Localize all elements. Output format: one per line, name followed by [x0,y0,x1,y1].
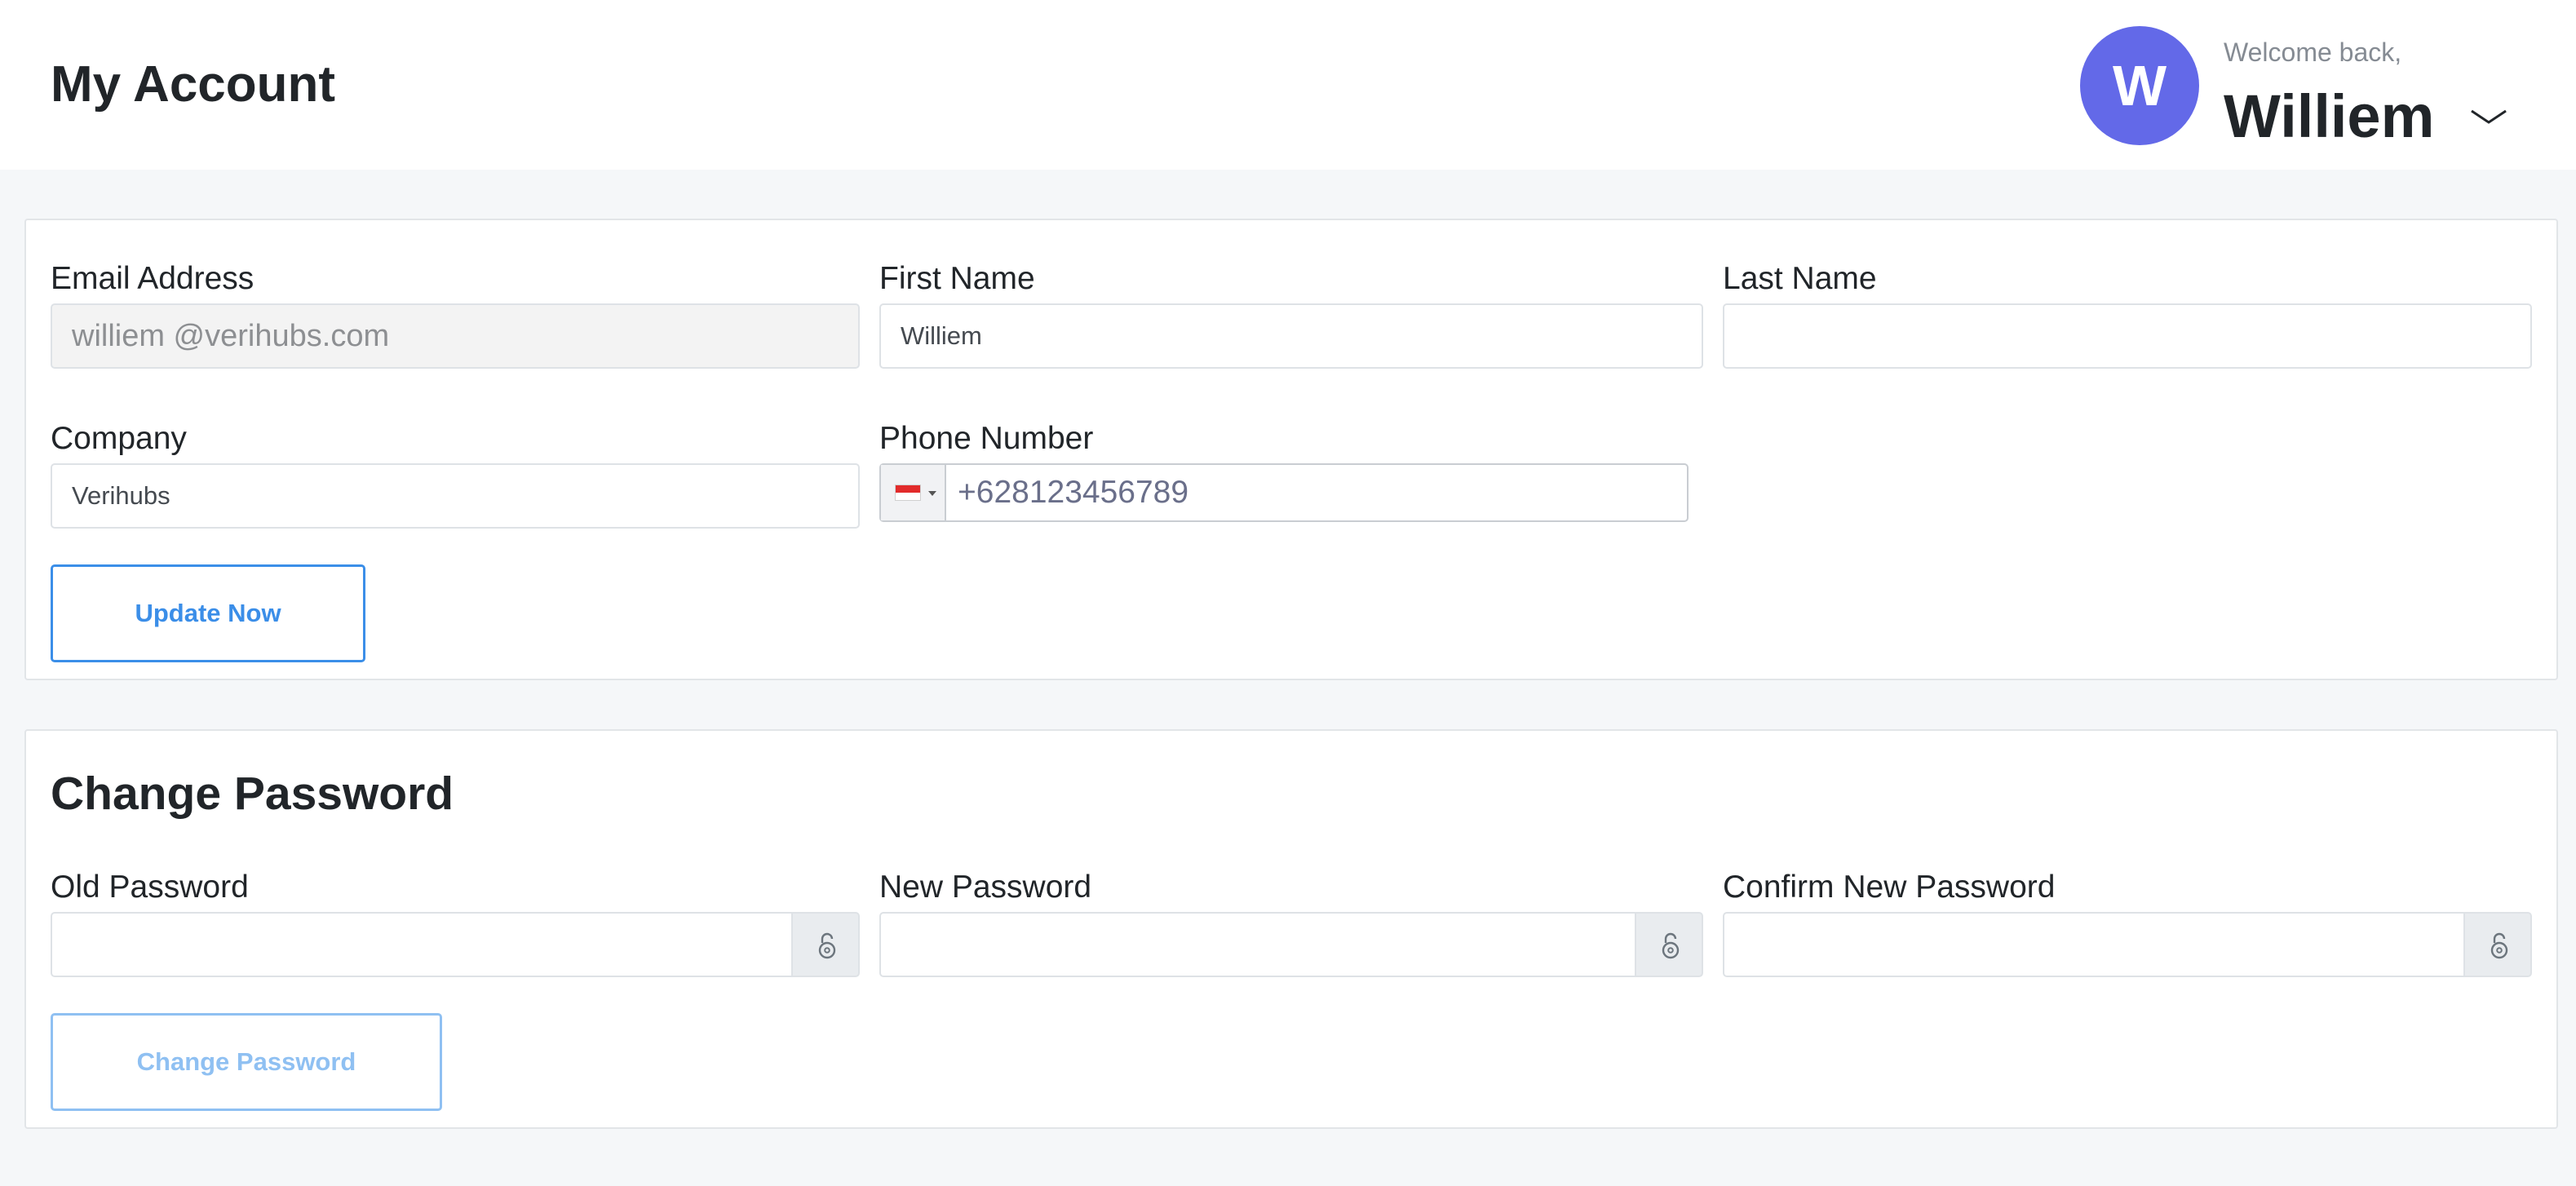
last-name-field[interactable] [1723,303,2532,369]
confirm-password-group [1723,912,2532,977]
avatar[interactable]: W [2080,26,2199,145]
confirm-password-field[interactable] [1723,912,2465,977]
phone-input[interactable] [958,470,1675,516]
lock-icon [2490,932,2508,959]
email-label: Email Address [51,261,255,296]
phone-field [879,463,1689,522]
last-name-label: Last Name [1723,261,1877,296]
company-label: Company [51,421,187,456]
change-password-button[interactable]: Change Password [51,1013,442,1111]
welcome-text: Welcome back, [2224,38,2402,67]
email-field [51,303,860,369]
change-password-title: Change Password [51,768,454,820]
old-password-label: Old Password [51,870,249,905]
first-name-label: First Name [879,261,1035,296]
confirm-password-toggle[interactable] [2463,912,2532,977]
lock-icon [818,932,836,959]
update-now-button[interactable]: Update Now [51,564,365,662]
new-password-toggle[interactable] [1635,912,1703,977]
country-selector[interactable] [881,465,946,520]
confirm-password-label: Confirm New Password [1723,870,2056,905]
old-password-field[interactable] [51,912,793,977]
user-name[interactable]: Williem [2224,80,2434,153]
new-password-label: New Password [879,870,1092,905]
indonesia-flag-icon [895,485,921,501]
company-field[interactable] [51,463,860,529]
page-title: My Account [51,56,336,113]
caret-down-icon [928,491,936,496]
top-header: My Account W Welcome back, Williem [0,0,2576,170]
profile-card [24,219,2558,680]
new-password-group [879,912,1703,977]
old-password-toggle[interactable] [791,912,860,977]
chevron-down-icon[interactable] [2468,104,2509,129]
old-password-group [51,912,860,977]
first-name-field[interactable] [879,303,1703,369]
lock-icon [1662,932,1680,959]
new-password-field[interactable] [879,912,1636,977]
phone-label: Phone Number [879,421,1094,456]
